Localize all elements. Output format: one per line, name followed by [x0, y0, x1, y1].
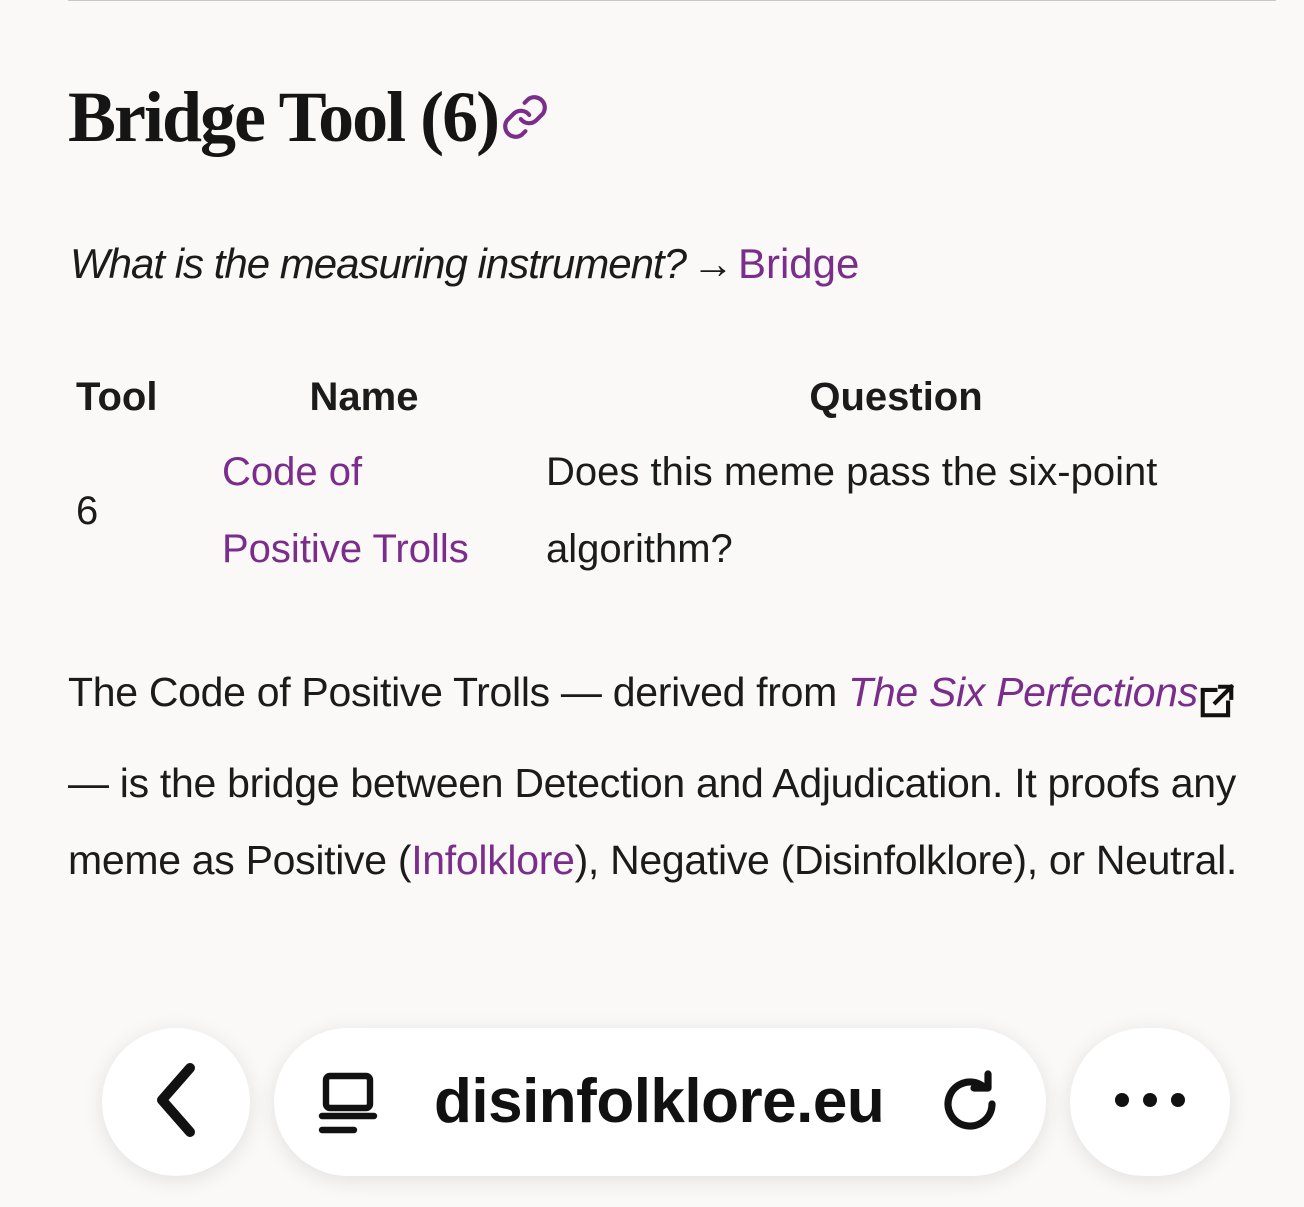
- arrow-right-icon: →: [691, 240, 734, 287]
- table-header-row: Tool Name Question: [66, 360, 1246, 434]
- header-question: Question: [809, 374, 983, 419]
- back-chevron-icon: [146, 1060, 206, 1145]
- back-button[interactable]: [102, 1028, 250, 1176]
- external-link-icon[interactable]: [1198, 668, 1236, 745]
- header-name: Name: [309, 374, 419, 419]
- tools-table: Tool Name Question 6 Code of Positive Tr…: [66, 360, 1246, 588]
- url-text: disinfolklore.eu: [434, 1067, 885, 1136]
- site-settings-icon[interactable]: [318, 1072, 378, 1141]
- page-title: Bridge Tool (6): [68, 72, 550, 169]
- intro-question: What is the measuring instrument?: [70, 240, 687, 287]
- six-perfections-link[interactable]: The Six Perfections: [848, 669, 1198, 715]
- cell-question: Does this meme pass the six-point algori…: [546, 450, 1158, 571]
- para-part1: The Code of Positive Trolls — derived fr…: [68, 669, 849, 715]
- reload-icon[interactable]: [940, 1068, 1004, 1141]
- code-of-positive-trolls-link[interactable]: Code of Positive Trolls: [222, 450, 469, 571]
- page: Bridge Tool (6) What is the measuring in…: [0, 0, 1304, 1207]
- link-icon[interactable]: [500, 73, 550, 163]
- more-options-button[interactable]: [1070, 1028, 1230, 1176]
- para-part3: ), Negative (Disinfolklore), or Neutral.: [574, 837, 1238, 883]
- divider: [68, 0, 1276, 1]
- table-row: 6 Code of Positive Trolls Does this meme…: [66, 434, 1246, 588]
- cell-name: Code of Positive Trolls: [182, 434, 546, 588]
- cell-tool: 6: [76, 488, 99, 533]
- page-title-text: Bridge Tool (6): [68, 77, 500, 157]
- address-bar[interactable]: disinfolklore.eu: [274, 1028, 1046, 1176]
- infolklore-link[interactable]: Infolklore: [411, 837, 575, 883]
- more-dots-icon: [1110, 1090, 1190, 1115]
- intro-line: What is the measuring instrument? →Bridge: [70, 236, 859, 292]
- body-paragraph: The Code of Positive Trolls — derived fr…: [68, 654, 1248, 899]
- bridge-link[interactable]: Bridge: [738, 240, 859, 287]
- header-tool: Tool: [76, 374, 158, 419]
